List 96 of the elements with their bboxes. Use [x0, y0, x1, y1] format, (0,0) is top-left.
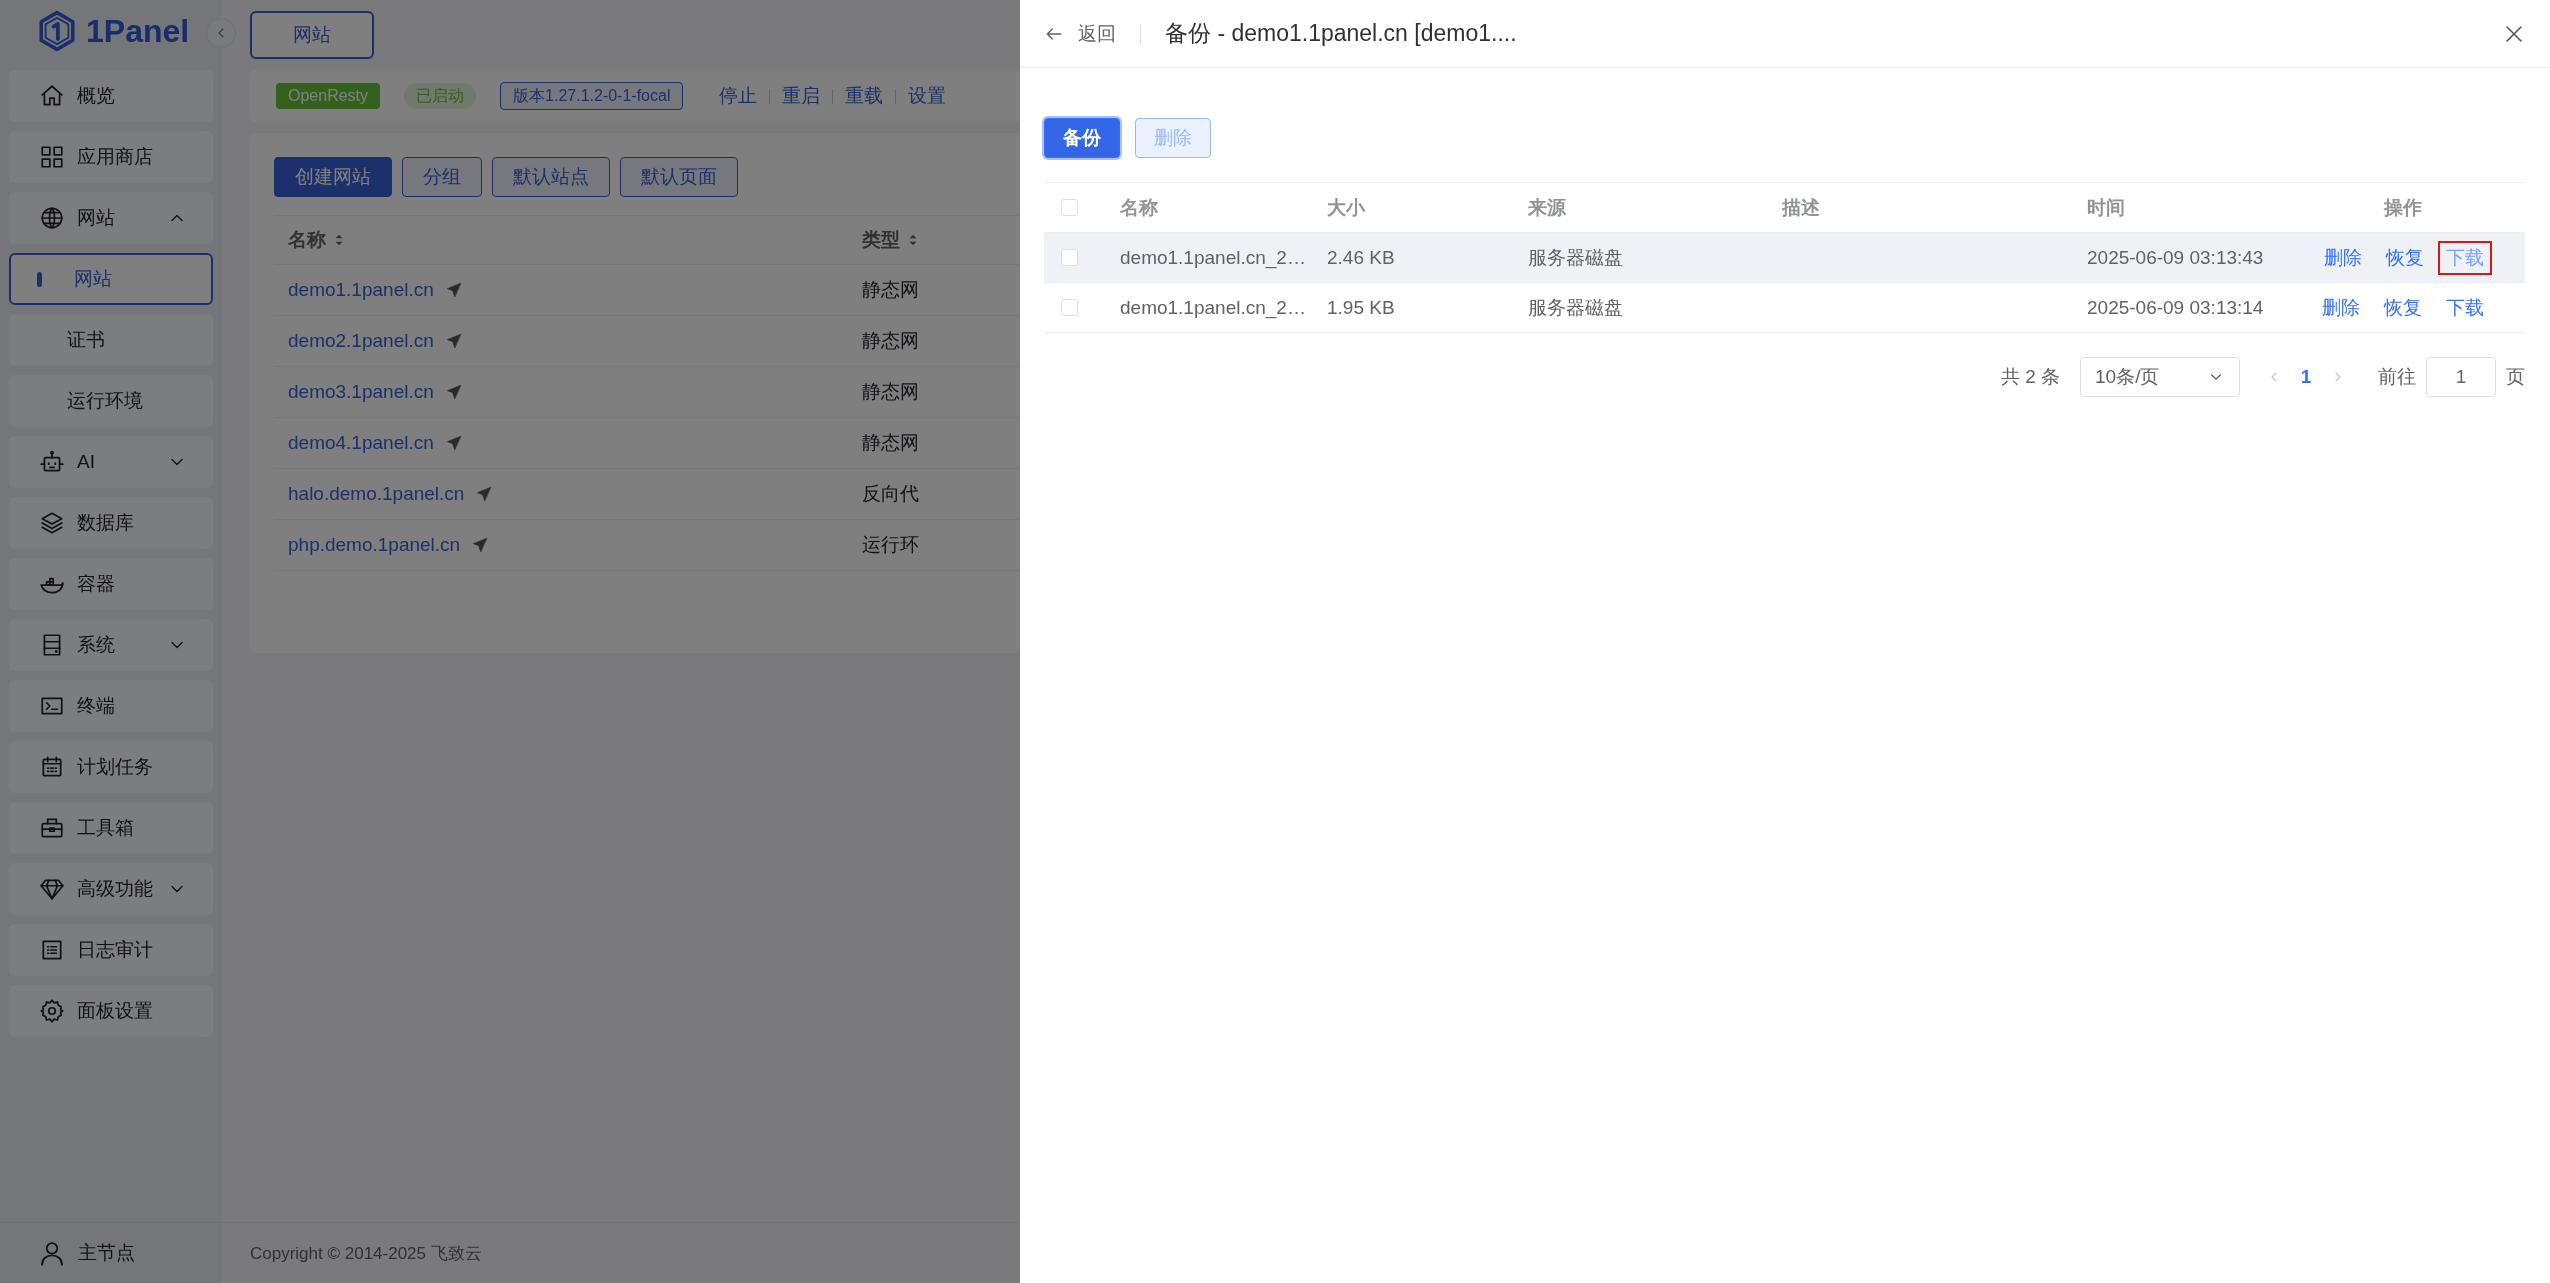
logo-text: 1Panel [86, 12, 190, 50]
table-cell-text: 服务器磁盘 [1528, 245, 1623, 270]
menu-item[interactable]: 应用商店 [9, 131, 213, 183]
column-header: 名称 [288, 228, 326, 252]
action-button[interactable]: 备份 [1044, 118, 1120, 158]
table-cell: 2025-06-09 03:13:14 [2087, 296, 2264, 319]
checkbox[interactable] [1061, 199, 1078, 216]
table-cell: 运行环 [862, 534, 919, 555]
table-row[interactable]: demo1.1panel.cn_2… 2.46 KB 服务器磁盘 2025-06-09 03:13:43 删除 恢复 下载 [1044, 233, 2525, 283]
menu-item[interactable]: 数据库 [9, 497, 213, 549]
table-cell: 静态网 [862, 279, 919, 300]
menu-item[interactable]: 高级功能 [9, 863, 213, 915]
column-header: 来源 [1528, 195, 1566, 220]
action-link[interactable]: 恢复 [2381, 290, 2424, 325]
site-link[interactable]: php.demo.1panel.cn [288, 534, 461, 556]
menu-item[interactable]: 计划任务 [9, 741, 213, 793]
page-suffix: 页 [2506, 365, 2525, 389]
action-link[interactable]: 重载 [833, 83, 896, 109]
menu-item[interactable]: 运行环境 [9, 375, 213, 427]
paper-plane-icon [472, 537, 489, 553]
node-label: 主节点 [78, 1241, 135, 1265]
action-link[interactable]: 恢复 [2383, 240, 2426, 275]
action-link[interactable]: 删除 [2321, 240, 2364, 275]
menu-item[interactable]: 工具箱 [9, 802, 213, 854]
action-link[interactable]: 下载 [2437, 240, 2492, 275]
column-header: 操作 [2383, 195, 2422, 220]
site-link[interactable]: demo1.1panel.cn [288, 279, 434, 301]
site-link[interactable]: demo4.1panel.cn [288, 432, 434, 454]
version-tag: 版本1.27.1.2-0-1-focal [500, 82, 684, 110]
menu-item[interactable]: 面板设置 [9, 985, 213, 1037]
toolbox-icon [39, 815, 65, 841]
back-link[interactable]: 返回 [1044, 20, 1116, 47]
menu-item[interactable]: 网站 [9, 253, 213, 305]
column-header: 大小 [1327, 195, 1365, 220]
table-row[interactable]: demo1.1panel.cn_2… 1.95 KB 服务器磁盘 2025-06-09 03:13:14 删除 恢复 下载 [1044, 283, 2525, 333]
menu-item[interactable]: 日志审计 [9, 924, 213, 976]
action-link[interactable]: 重启 [770, 83, 833, 109]
total-count: 共 2 条 [2000, 365, 2060, 389]
paper-plane-icon [445, 333, 462, 349]
column-header: 描述 [1782, 195, 1820, 220]
menu-item[interactable]: 证书 [9, 314, 213, 366]
paper-plane-icon [445, 282, 462, 298]
menu-item[interactable]: 容器 [9, 558, 213, 610]
paper-plane-icon [445, 435, 462, 451]
action-link[interactable]: 删除 [2319, 290, 2362, 325]
action-link[interactable]: 下载 [2443, 290, 2486, 325]
table-cell: 静态网 [862, 330, 919, 351]
drawer-title: 备份 - demo1.1panel.cn [demo1.... [1165, 19, 1518, 48]
column-header: 名称 [1120, 195, 1158, 220]
toolbar-button[interactable]: 默认页面 [620, 157, 738, 197]
page-number[interactable]: 1 [2288, 366, 2324, 388]
grid-icon [39, 144, 65, 170]
robot-icon [39, 449, 65, 475]
menu-item[interactable]: 终端 [9, 680, 213, 732]
toolbar-button[interactable]: 默认站点 [492, 157, 610, 197]
status-tag: 已启动 [404, 83, 477, 109]
table-cell: 静态网 [862, 432, 919, 453]
goto-label: 前往 [2378, 365, 2416, 389]
page-input[interactable]: 1 [2426, 357, 2496, 397]
table-cell-text: 服务器磁盘 [1528, 295, 1623, 320]
home-icon [39, 83, 65, 109]
table-cell: 2.46 KB [1327, 246, 1395, 269]
checkbox[interactable] [1061, 299, 1078, 316]
action-link[interactable]: 停止 [707, 83, 770, 109]
copyright-text: Copyright © 2014-2025 飞致云 [250, 1242, 482, 1265]
calendar-icon [39, 754, 65, 780]
column-header: 类型 [862, 228, 900, 252]
table-cell: demo1.1panel.cn_2… [1120, 296, 1306, 319]
toolbar-button[interactable]: 分组 [402, 157, 482, 197]
table-cell: 静态网 [862, 381, 919, 402]
user-icon [38, 1239, 66, 1267]
globe-icon [39, 205, 65, 231]
paper-plane-icon [476, 486, 493, 502]
settings-icon [39, 998, 65, 1024]
column-header: 时间 [2087, 195, 2125, 220]
action-link[interactable]: 设置 [896, 83, 959, 109]
toolbar-button[interactable]: 创建网站 [274, 157, 392, 197]
menu-item[interactable]: 系统 [9, 619, 213, 671]
tab[interactable]: 网站 [250, 11, 374, 59]
table-cell: demo1.1panel.cn_2… [1120, 246, 1306, 269]
site-link[interactable]: demo3.1panel.cn [288, 381, 434, 403]
table-cell: 1.95 KB [1327, 296, 1395, 319]
checkbox[interactable] [1061, 249, 1078, 266]
menu-item[interactable]: AI [9, 436, 213, 488]
paper-plane-icon [445, 384, 462, 400]
menu-item[interactable]: 网站 [9, 192, 213, 244]
site-link[interactable]: demo2.1panel.cn [288, 330, 434, 352]
table-cell: 反向代 [862, 483, 919, 504]
site-link[interactable]: halo.demo.1panel.cn [288, 483, 465, 505]
table-cell: 2025-06-09 03:13:43 [2087, 246, 2264, 269]
list-icon [39, 937, 65, 963]
menu-item[interactable]: 概览 [9, 70, 213, 122]
diamond-icon [39, 876, 65, 902]
page-size-select[interactable]: 10条/页 [2080, 357, 2240, 397]
layers-icon [39, 510, 65, 536]
app-tag: OpenResty [276, 83, 381, 109]
